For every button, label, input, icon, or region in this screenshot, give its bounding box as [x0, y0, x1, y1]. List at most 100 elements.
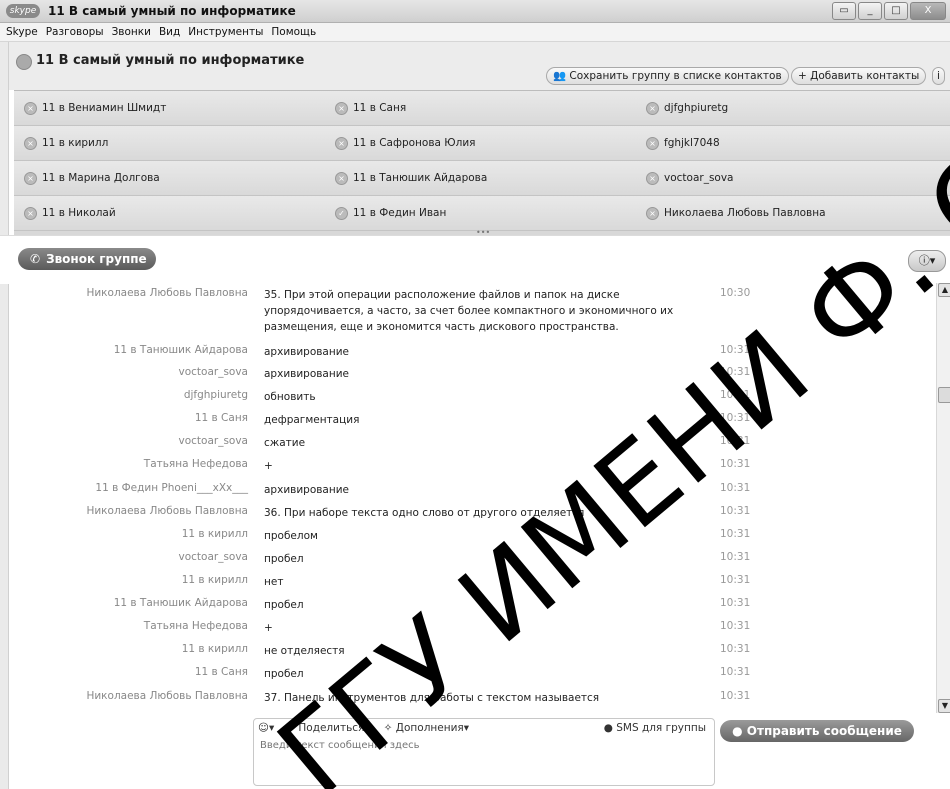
message-text: пробел: [264, 668, 304, 680]
message-text: дефрагментация: [264, 414, 360, 426]
message-time: 10:31: [720, 389, 751, 401]
participant-name: 11 в Вениамин Шмидт: [42, 102, 167, 114]
menu-calls[interactable]: Звонки: [112, 26, 151, 38]
participant-cell[interactable]: × 11 в Сафронова Юлия: [325, 126, 637, 161]
puzzle-icon: ✧: [383, 721, 393, 734]
message-sender[interactable]: voctoar_sova: [0, 551, 249, 563]
participant-cell[interactable]: × 11 в Танюшик Айдарова: [325, 161, 637, 196]
participant-cell[interactable]: ✓ 11 в Федин Иван: [325, 196, 637, 231]
composer-toolbar: ☺▾ ✣ Поделиться▾ ✧ Дополнения▾ ● SMS для…: [254, 719, 714, 736]
participant-cell[interactable]: × Николаева Любовь Павловна: [636, 196, 950, 231]
conversation-title: 11 В самый умный по информатике: [36, 53, 305, 68]
participant-name: Николаева Любовь Павловна: [664, 207, 826, 219]
scroll-thumb[interactable]: [938, 387, 950, 403]
participant-cell[interactable]: × fghjkl7048: [636, 126, 950, 161]
participant-name: 11 в Танюшик Айдарова: [353, 172, 488, 184]
message-time: 10:31: [720, 458, 751, 470]
window-controls: ▭ _ □ X: [832, 2, 946, 20]
sms-group-button[interactable]: ● SMS для группы: [604, 722, 706, 734]
message-sender[interactable]: 11 в Федин Phoeni___xXx___: [0, 482, 248, 494]
message-sender[interactable]: 11 в Танюшик Айдарова: [0, 597, 248, 609]
minimize-button[interactable]: _: [858, 2, 882, 20]
participants-grid: × 11 в Вениамин Шмидт × 11 в Саня × djfghpi…: [14, 90, 950, 236]
menu-view[interactable]: Вид: [159, 26, 180, 38]
message-text: архивирование: [264, 368, 350, 380]
message-sender[interactable]: Татьяна Нефедова: [0, 458, 248, 470]
participant-cell[interactable]: × voctoar_sova: [636, 161, 950, 196]
message-sender[interactable]: djfghpiuretg: [0, 389, 248, 401]
message-text: пробелом: [264, 530, 318, 542]
sms-label: SMS для группы: [616, 721, 706, 734]
add-contacts-button[interactable]: + Добавить контакты: [791, 67, 927, 85]
save-group-button[interactable]: 👥 Сохранить группу в списке контактов: [546, 67, 789, 85]
offline-status-icon: ×: [24, 206, 37, 220]
maximize-button[interactable]: □: [884, 2, 908, 20]
scroll-down-icon[interactable]: ▼: [938, 699, 950, 713]
menu-conversations[interactable]: Разговоры: [46, 26, 104, 38]
message-sender[interactable]: 11 в кирилл: [0, 643, 248, 655]
menu-skype[interactable]: Skype: [6, 26, 38, 38]
skype-logo: skype: [6, 4, 40, 18]
extras-button[interactable]: ✧ Дополнения▾: [384, 722, 469, 734]
message-sender[interactable]: 11 в Саня: [0, 666, 248, 678]
message-text: обновить: [264, 391, 316, 403]
share-icon: ✣: [286, 721, 296, 734]
participant-name: voctoar_sova: [664, 172, 734, 184]
message-sender[interactable]: 11 в Саня: [0, 412, 248, 424]
message-sender[interactable]: voctoar_sova: [0, 366, 249, 378]
emoticons-button[interactable]: ☺▾: [258, 722, 274, 734]
message-sender[interactable]: Николаева Любовь Павловна: [0, 690, 248, 702]
share-button[interactable]: ✣ Поделиться▾: [286, 722, 369, 734]
participant-cell[interactable]: × 11 в Саня: [325, 91, 637, 126]
message-sender[interactable]: 11 в кирилл: [0, 528, 248, 540]
extras-label: Дополнения▾: [395, 721, 470, 734]
message-composer: ☺▾ ✣ Поделиться▾ ✧ Дополнения▾ ● SMS для…: [253, 718, 715, 786]
compact-view-button[interactable]: ▭: [832, 2, 856, 20]
close-button[interactable]: X: [910, 2, 946, 20]
message-time: 10:31: [720, 344, 751, 356]
participant-cell[interactable]: × djfghpiuretg: [636, 91, 950, 126]
participant-cell[interactable]: × 11 в Вениамин Шмидт: [14, 91, 326, 126]
message-time: 10:31: [720, 597, 751, 609]
message-sender[interactable]: Николаева Любовь Павловна: [0, 505, 248, 517]
participant-name: 11 в кирилл: [42, 137, 109, 149]
message-sender[interactable]: voctoar_sova: [0, 435, 249, 447]
message-text: +: [264, 622, 273, 634]
message-sender[interactable]: Николаева Любовь Павловна: [0, 287, 248, 299]
participant-cell[interactable]: × 11 в Марина Долгова: [14, 161, 326, 196]
chat-history: Николаева Любовь Павловна 35. При этой оп…: [0, 283, 936, 713]
offline-status-icon: ×: [646, 136, 659, 150]
participant-cell[interactable]: × 11 в кирилл: [14, 126, 326, 161]
message-sender[interactable]: 11 в Танюшик Айдарова: [0, 344, 248, 356]
menu-help[interactable]: Помощь: [271, 26, 316, 38]
participant-name: 11 в Сафронова Юлия: [353, 137, 476, 149]
save-group-label: Сохранить группу в списке контактов: [569, 70, 782, 82]
message-sender[interactable]: Татьяна Нефедова: [0, 620, 248, 632]
share-label: Поделиться▾: [298, 721, 370, 734]
message-sender[interactable]: 11 в кирилл: [0, 574, 248, 586]
message-text: +: [264, 460, 273, 472]
title-bar: skype 11 В самый умный по информатике ▭ …: [0, 0, 950, 23]
message-time: 10:31: [720, 690, 751, 702]
message-text: пробел: [264, 599, 304, 611]
call-group-button[interactable]: ✆ Звонок группе: [18, 248, 156, 270]
message-text: пробел: [264, 553, 304, 565]
offline-status-icon: ×: [24, 136, 37, 150]
send-message-button[interactable]: ● Отправить сообщение: [720, 720, 914, 742]
menu-tools[interactable]: Инструменты: [188, 26, 263, 38]
message-text: архивирование: [264, 484, 350, 496]
scroll-up-icon[interactable]: ▲: [938, 283, 950, 297]
message-time: 10:31: [720, 366, 751, 378]
offline-status-icon: ×: [646, 171, 659, 185]
info-button[interactable]: i: [932, 67, 945, 85]
message-text: не отделяестя: [264, 645, 345, 657]
conversation-menu-button[interactable]: ⓘ▾: [908, 250, 946, 272]
message-time: 10:31: [720, 574, 751, 586]
chat-scrollbar[interactable]: ▲ ▼: [936, 283, 950, 713]
message-time: 10:31: [720, 482, 751, 494]
offline-status-icon: ×: [24, 171, 37, 185]
conversation-header: 11 В самый умный по информатике 👥 Сохран…: [0, 42, 950, 90]
message-input[interactable]: [258, 738, 702, 782]
participant-cell[interactable]: × 11 в Николай: [14, 196, 326, 231]
message-time: 10:31: [720, 666, 751, 678]
